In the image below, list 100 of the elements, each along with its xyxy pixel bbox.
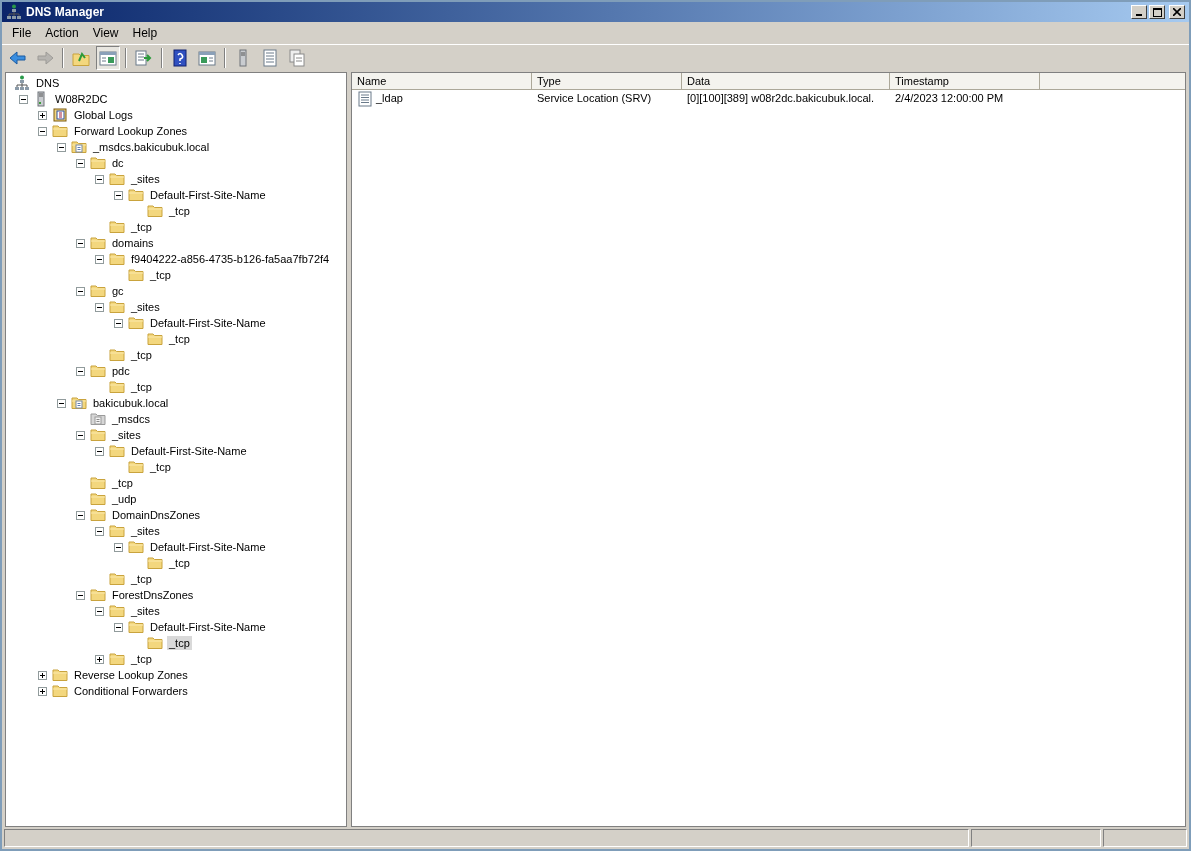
tree-item[interactable]: Default-First-Site-Name <box>148 316 268 330</box>
folder-icon <box>109 347 125 363</box>
collapse-icon[interactable] <box>76 590 85 600</box>
folder-icon <box>52 667 68 683</box>
collapse-icon[interactable] <box>95 302 104 312</box>
table-cell-text: 2/4/2023 12:00:00 PM <box>895 91 1004 107</box>
tree-item[interactable]: _msdcs <box>110 412 152 426</box>
collapse-icon[interactable] <box>19 94 28 104</box>
expand-icon[interactable] <box>38 686 47 696</box>
collapse-icon[interactable] <box>76 286 85 296</box>
tree-item[interactable]: Default-First-Site-Name <box>148 540 268 554</box>
tree-item[interactable]: _tcp <box>129 380 154 394</box>
tree-item[interactable]: DomainDnsZones <box>110 508 203 522</box>
zone-folder-icon <box>71 395 87 411</box>
tree-item[interactable]: _tcp <box>167 204 192 218</box>
collapse-icon[interactable] <box>95 446 104 456</box>
window-title: DNS Manager <box>26 4 105 21</box>
tree-item[interactable]: _msdcs.bakicubuk.local <box>91 140 212 154</box>
expand-icon[interactable] <box>95 654 104 664</box>
expand-icon[interactable] <box>38 110 47 120</box>
copy-documents-icon <box>287 47 307 68</box>
column-header[interactable]: Type <box>532 73 682 90</box>
tree-item[interactable]: Default-First-Site-Name <box>148 188 268 202</box>
tree-item[interactable]: Forward Lookup Zones <box>72 124 190 138</box>
folder-icon <box>147 203 163 219</box>
toolbar-button[interactable] <box>96 45 120 70</box>
tree-item[interactable]: W08R2DC <box>53 92 110 106</box>
collapse-icon[interactable] <box>76 366 85 376</box>
tree-item[interactable]: _tcp <box>129 348 154 362</box>
tree-item[interactable]: Reverse Lookup Zones <box>72 668 190 682</box>
menu-item[interactable]: File <box>6 23 38 43</box>
tree-item[interactable]: _sites <box>129 172 162 186</box>
column-header[interactable]: Timestamp <box>890 73 1040 90</box>
folder-icon <box>109 603 125 619</box>
close-icon <box>1173 8 1181 16</box>
collapse-icon[interactable] <box>76 430 85 440</box>
collapse-icon[interactable] <box>95 254 104 264</box>
folder-icon <box>147 635 163 651</box>
tree-item[interactable]: Default-First-Site-Name <box>129 444 249 458</box>
tree-item[interactable]: Global Logs <box>72 108 135 122</box>
collapse-icon[interactable] <box>76 238 85 248</box>
collapse-icon[interactable] <box>95 606 104 616</box>
folder-icon <box>52 123 68 139</box>
collapse-icon[interactable] <box>95 174 104 184</box>
collapse-icon[interactable] <box>76 510 85 520</box>
tree-item[interactable]: _sites <box>129 524 162 538</box>
tree-item[interactable]: domains <box>110 236 156 250</box>
tree-item[interactable]: _tcp <box>167 332 192 346</box>
maximize-button[interactable] <box>1149 5 1165 19</box>
collapse-icon[interactable] <box>95 526 104 536</box>
close-button[interactable] <box>1169 5 1185 19</box>
folder-icon <box>109 299 125 315</box>
column-header[interactable]: Name <box>352 73 532 90</box>
collapse-icon[interactable] <box>114 542 123 552</box>
folder-icon <box>128 619 144 635</box>
tree-item[interactable]: bakicubuk.local <box>91 396 171 410</box>
tree-item[interactable]: Conditional Forwarders <box>72 684 190 698</box>
minimize-button[interactable] <box>1131 5 1147 19</box>
collapse-icon[interactable] <box>76 158 85 168</box>
collapse-icon[interactable] <box>114 190 123 200</box>
folder-icon <box>90 507 106 523</box>
folder-icon <box>90 475 106 491</box>
tree-item[interactable]: _sites <box>129 300 162 314</box>
folder-icon <box>109 219 125 235</box>
expand-icon[interactable] <box>38 670 47 680</box>
collapse-icon[interactable] <box>57 142 66 152</box>
tree-item[interactable]: DNS <box>34 76 62 90</box>
tree-item[interactable]: _tcp <box>148 268 173 282</box>
menu-item[interactable]: Help <box>126 23 164 43</box>
tree-item[interactable]: _tcp <box>129 652 154 666</box>
tree-item[interactable]: pdc <box>110 364 132 378</box>
tree-item[interactable]: f9404222-a856-4735-b126-fa5aa7fb72f4 <box>129 252 332 266</box>
network-icon <box>14 75 30 91</box>
tree-item[interactable]: _tcp <box>167 636 192 650</box>
menu-item[interactable]: View <box>86 23 125 43</box>
tree-item[interactable]: _tcp <box>167 556 192 570</box>
tree-item[interactable]: _sites <box>129 604 162 618</box>
table-cell-text: _ldap <box>376 91 403 107</box>
table-cell-text: [0][100][389] w08r2dc.bakicubuk.local. <box>687 91 875 107</box>
collapse-icon[interactable] <box>38 126 47 136</box>
tree-item[interactable]: _tcp <box>148 460 173 474</box>
tree-item[interactable]: _tcp <box>129 572 154 586</box>
collapse-icon[interactable] <box>114 622 123 632</box>
tree-item[interactable]: gc <box>110 284 126 298</box>
folder-icon <box>109 171 125 187</box>
tree-item[interactable]: _sites <box>110 428 143 442</box>
tree-item[interactable]: Default-First-Site-Name <box>148 620 268 634</box>
tree-item[interactable]: _udp <box>110 492 139 506</box>
tree-item[interactable]: ForestDnsZones <box>110 588 196 602</box>
collapse-icon[interactable] <box>114 318 123 328</box>
folder-icon <box>147 555 163 571</box>
tree-item[interactable]: _tcp <box>129 220 154 234</box>
menu-item[interactable]: Action <box>39 23 85 43</box>
tree-item[interactable]: _tcp <box>110 476 135 490</box>
table-cell-text: Service Location (SRV) <box>537 91 652 107</box>
column-header[interactable]: Data <box>682 73 890 90</box>
folder-icon <box>128 539 144 555</box>
tree-item[interactable]: dc <box>110 156 126 170</box>
export-list-icon <box>134 47 154 68</box>
collapse-icon[interactable] <box>57 398 66 408</box>
